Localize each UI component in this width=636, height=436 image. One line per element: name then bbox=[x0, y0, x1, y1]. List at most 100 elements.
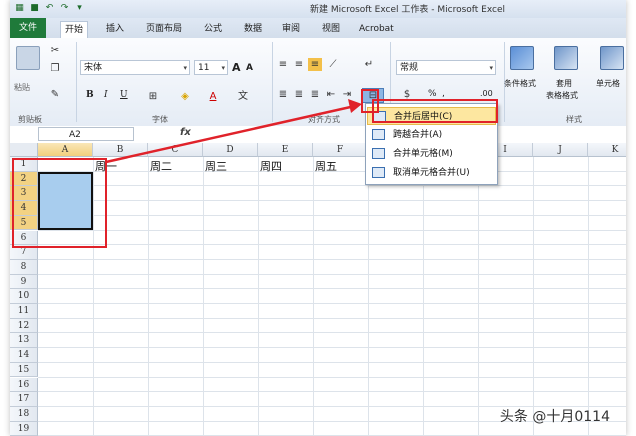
merge-cells-icon bbox=[372, 148, 385, 159]
column-header-k[interactable]: K bbox=[588, 143, 626, 157]
tab-page-layout[interactable]: 页面布局 bbox=[142, 21, 186, 38]
percent-button[interactable]: % bbox=[428, 89, 437, 99]
borders-icon[interactable]: ⊞ bbox=[146, 90, 160, 103]
row-header-19[interactable]: 19 bbox=[10, 421, 38, 436]
cell-styles-label[interactable]: 单元格 bbox=[596, 78, 620, 89]
grid-hline bbox=[38, 288, 626, 290]
cell-e1[interactable]: 周四 bbox=[260, 158, 282, 174]
ribbon-home: 粘贴 ✂ ❐ ✎ 剪贴板 宋体 ▾ 11 ▾ A A B I U ⊞ ◈ A 文 字… bbox=[10, 38, 626, 127]
grid-hline bbox=[38, 376, 626, 378]
format-as-table-icon[interactable] bbox=[554, 46, 578, 70]
fx-icon[interactable]: fx bbox=[180, 127, 191, 138]
merge-cells-item[interactable]: 合并单元格(M) bbox=[367, 145, 496, 163]
chevron-down-icon: ▾ bbox=[489, 64, 493, 72]
tab-file[interactable]: 文件 bbox=[10, 18, 47, 38]
conditional-format-label[interactable]: 条件格式 bbox=[504, 78, 536, 89]
grid-vline bbox=[423, 157, 424, 436]
customize-qat-icon[interactable]: ▾ bbox=[74, 3, 85, 14]
tab-data[interactable]: 数据 bbox=[240, 21, 266, 38]
merge-cells-icon bbox=[372, 167, 385, 178]
tab-home[interactable]: 开始 bbox=[60, 21, 89, 39]
clipboard-group-label: 剪贴板 bbox=[18, 115, 42, 124]
font-name-value: 宋体 bbox=[84, 63, 103, 73]
align-center-icon[interactable]: ≣ bbox=[292, 88, 306, 101]
copy-icon[interactable]: ❐ bbox=[48, 62, 62, 75]
watermark: 头条 @十月0114 bbox=[499, 409, 610, 425]
font-name-combo[interactable]: 宋体 ▾ bbox=[80, 60, 190, 75]
cell-d1[interactable]: 周三 bbox=[205, 158, 227, 174]
format-painter-icon[interactable]: ✎ bbox=[48, 88, 62, 101]
grid-hline bbox=[38, 229, 626, 231]
align-bottom-icon[interactable]: ≡ bbox=[308, 58, 322, 71]
increase-indent-icon[interactable]: ⇥ bbox=[340, 88, 354, 101]
paste-icon[interactable] bbox=[16, 46, 40, 70]
shrink-font-button[interactable]: A bbox=[246, 63, 253, 73]
row-header-13[interactable]: 13 bbox=[10, 333, 38, 349]
row-header-14[interactable]: 14 bbox=[10, 348, 38, 363]
font-color-icon[interactable]: A bbox=[206, 90, 220, 103]
align-top-icon[interactable]: ≡ bbox=[276, 58, 290, 71]
tab-review[interactable]: 审阅 bbox=[278, 21, 304, 38]
tab-formulas[interactable]: 公式 bbox=[200, 21, 226, 38]
number-format-combo[interactable]: 常规 ▾ bbox=[396, 60, 496, 75]
tab-view[interactable]: 视图 bbox=[318, 21, 344, 38]
menu-item-label: 取消单元格合并(U) bbox=[393, 168, 470, 178]
row-header-16[interactable]: 16 bbox=[10, 377, 38, 393]
comma-button[interactable]: , bbox=[442, 89, 445, 99]
cut-icon[interactable]: ✂ bbox=[48, 44, 62, 57]
column-header-b[interactable]: B bbox=[93, 143, 148, 157]
format-as-table-label-1[interactable]: 套用 bbox=[556, 78, 572, 89]
row-header-8[interactable]: 8 bbox=[10, 259, 38, 275]
grow-font-button[interactable]: A bbox=[232, 61, 241, 74]
name-box[interactable]: A2 bbox=[38, 127, 134, 141]
row-header-18[interactable]: 18 bbox=[10, 406, 38, 422]
row-header-9[interactable]: 9 bbox=[10, 274, 38, 290]
format-as-table-label-2[interactable]: 表格格式 bbox=[546, 90, 578, 101]
font-size-combo[interactable]: 11 ▾ bbox=[194, 60, 228, 75]
phonetic-icon[interactable]: 文 bbox=[236, 90, 250, 103]
grid-hline bbox=[38, 347, 626, 349]
ribbon-tabs: 文件 开始 插入 页面布局 公式 数据 审阅 视图 Acrobat bbox=[10, 18, 626, 39]
font-size-value: 11 bbox=[198, 63, 210, 73]
column-header-a[interactable]: A bbox=[38, 143, 93, 157]
cell-f1[interactable]: 周五 bbox=[315, 158, 337, 174]
tab-acrobat[interactable]: Acrobat bbox=[355, 21, 398, 38]
grid-vline bbox=[148, 157, 149, 436]
row-header-11[interactable]: 11 bbox=[10, 304, 38, 319]
undo-icon[interactable]: ↶ bbox=[44, 3, 55, 14]
column-header-c[interactable]: C bbox=[148, 143, 203, 157]
menu-item-label: 跨越合并(A) bbox=[393, 130, 443, 140]
save-icon[interactable]: ■ bbox=[29, 3, 40, 14]
conditional-format-icon[interactable] bbox=[510, 46, 534, 70]
redo-icon[interactable]: ↷ bbox=[59, 3, 70, 14]
row-header-10[interactable]: 10 bbox=[10, 289, 38, 304]
align-middle-icon[interactable]: ≡ bbox=[292, 58, 306, 71]
row-header-15[interactable]: 15 bbox=[10, 362, 38, 378]
italic-button[interactable]: I bbox=[104, 90, 108, 100]
decimal-button[interactable]: .00 bbox=[480, 89, 493, 98]
align-left-icon[interactable]: ≣ bbox=[276, 88, 290, 101]
column-header-e[interactable]: E bbox=[258, 143, 313, 157]
column-header-j[interactable]: J bbox=[533, 143, 588, 157]
bold-button[interactable]: B bbox=[86, 90, 94, 100]
underline-button[interactable]: U bbox=[120, 90, 128, 100]
cell-styles-icon[interactable] bbox=[600, 46, 624, 70]
tab-insert[interactable]: 插入 bbox=[102, 21, 128, 38]
merge-across-item[interactable]: 跨越合并(A) bbox=[367, 126, 496, 144]
align-right-icon[interactable]: ≣ bbox=[308, 88, 322, 101]
excel-app-icon[interactable]: ▦ bbox=[14, 3, 25, 14]
decrease-indent-icon[interactable]: ⇤ bbox=[324, 88, 338, 101]
column-header-f[interactable]: F bbox=[313, 143, 368, 157]
font-group-label: 字体 bbox=[152, 115, 168, 124]
orientation-icon[interactable]: ⟋ bbox=[326, 58, 340, 71]
fill-color-icon[interactable]: ◈ bbox=[178, 90, 192, 103]
column-header-d[interactable]: D bbox=[203, 143, 258, 157]
wrap-text-icon[interactable]: ↵ bbox=[362, 58, 376, 71]
select-all-corner[interactable] bbox=[10, 143, 38, 157]
unmerge-cells-item[interactable]: 取消单元格合并(U) bbox=[367, 164, 496, 182]
row-header-12[interactable]: 12 bbox=[10, 318, 38, 334]
cell-c1[interactable]: 周二 bbox=[150, 158, 172, 174]
grid-hline bbox=[38, 200, 626, 202]
row-header-17[interactable]: 17 bbox=[10, 392, 38, 407]
chevron-down-icon: ▾ bbox=[183, 64, 187, 72]
